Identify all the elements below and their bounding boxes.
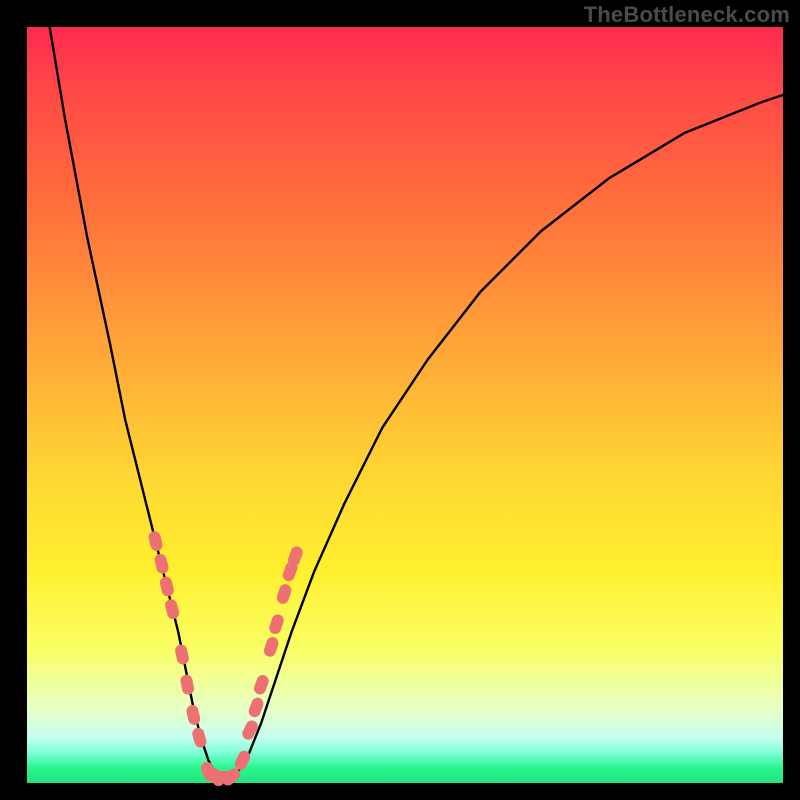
highlight-marker (147, 530, 163, 552)
highlight-marker (191, 726, 208, 749)
highlight-marker (275, 583, 293, 606)
highlight-marker (185, 704, 201, 726)
highlight-marker (262, 636, 280, 659)
highlight-marker (268, 613, 286, 636)
highlight-marker (247, 696, 265, 719)
plot-area (27, 27, 783, 783)
marker-layer (147, 530, 304, 789)
highlight-marker (240, 718, 260, 741)
chart-frame: TheBottleneck.com (0, 0, 800, 800)
highlight-marker (153, 553, 169, 575)
highlight-marker (159, 575, 175, 597)
bottleneck-curve (50, 27, 783, 779)
highlight-marker (174, 643, 190, 665)
highlight-marker (164, 598, 180, 620)
watermark-text: TheBottleneck.com (584, 2, 790, 28)
highlight-marker (179, 674, 195, 696)
curve-layer (50, 27, 783, 779)
highlight-marker (252, 673, 270, 696)
chart-svg (27, 27, 783, 783)
